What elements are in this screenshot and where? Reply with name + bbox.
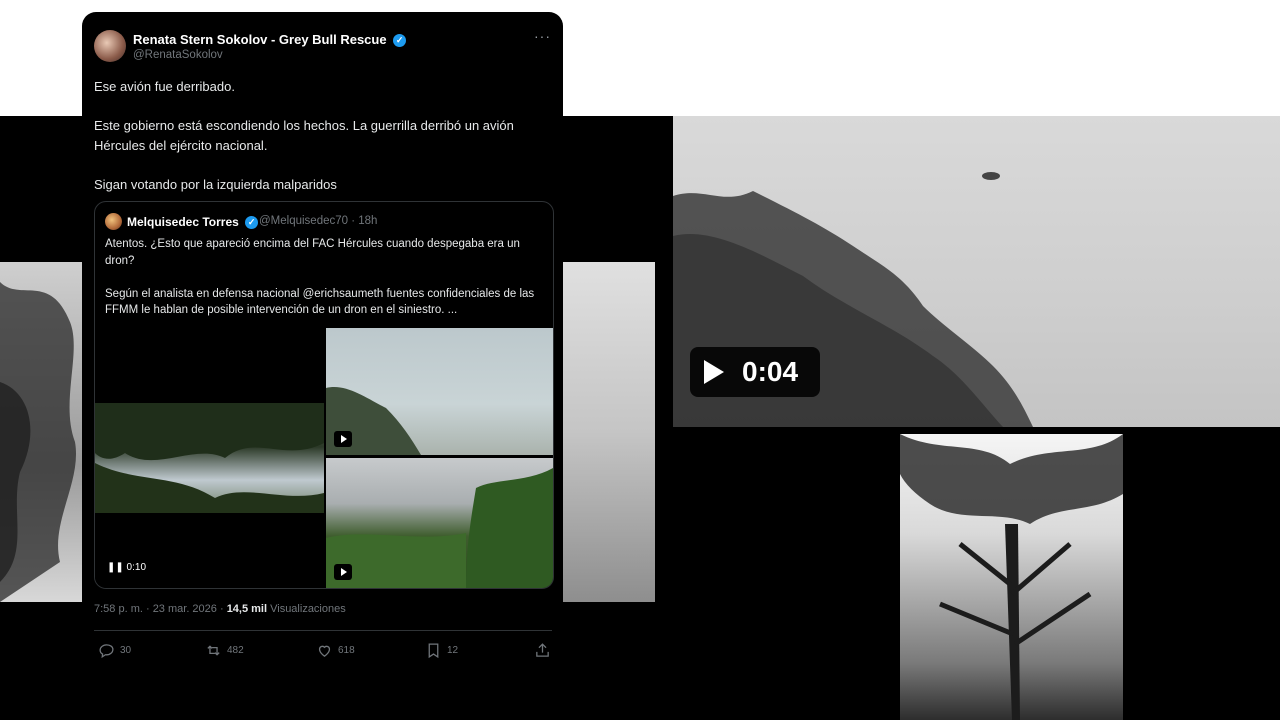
verified-icon: ✓ [245, 216, 259, 230]
share-button[interactable] [534, 642, 556, 659]
like-count: 618 [338, 645, 355, 656]
tweet-card[interactable]: Renata Stern Sokolov - Grey Bull Rescue … [82, 12, 563, 720]
tweet-text: Ese avión fue derribado. Este gobierno e… [94, 77, 554, 214]
video-icon [334, 564, 352, 580]
reply-icon [99, 644, 114, 659]
video-progress[interactable]: ❚❚ 0:10 [107, 562, 146, 573]
background-image-left [0, 262, 82, 602]
share-icon [536, 643, 549, 657]
tweet-timestamp: 7:58 p. m. · 23 mar. 2026 · 14,5 mil Vis… [94, 603, 346, 615]
background-image-mid [563, 262, 655, 602]
author-handle[interactable]: @RenataSokolov [133, 49, 223, 61]
tweet-paragraph: Este gobierno está escondiendo los hecho… [94, 118, 514, 153]
like-button[interactable]: 618 [316, 642, 355, 659]
author-name-row[interactable]: Renata Stern Sokolov - Grey Bull Rescue … [133, 32, 407, 48]
video-icon [334, 431, 352, 447]
media-video-bottom-right[interactable] [326, 458, 553, 588]
quoted-author-name[interactable]: Melquisedec Torres [127, 215, 239, 229]
quoted-avatar[interactable] [105, 213, 122, 230]
quoted-text: Atentos. ¿Esto que apareció encima del F… [105, 236, 543, 335]
media-video-left[interactable]: ❚❚ 0:10 [95, 328, 324, 588]
bookmark-icon [428, 643, 439, 659]
media-grid: ❚❚ 0:10 [95, 328, 553, 588]
bookmark-button[interactable]: 12 [425, 642, 458, 659]
bookmark-count: 12 [447, 645, 459, 656]
more-options-icon[interactable]: ··· [534, 28, 551, 44]
quoted-meta: @Melquisedec70 · 18h [259, 215, 378, 227]
verified-icon: ✓ [393, 34, 407, 48]
views-count: 14,5 mil [226, 603, 268, 615]
quoted-paragraph: Según el analista en defensa nacional @e… [105, 287, 535, 317]
reply-count: 30 [120, 645, 132, 656]
author-name[interactable]: Renata Stern Sokolov - Grey Bull Rescue [133, 32, 387, 47]
reply-button[interactable]: 30 [98, 642, 131, 659]
views-label: Visualizaciones [270, 603, 346, 615]
quoted-author-row[interactable]: Melquisedec Torres ✓ [127, 215, 259, 230]
repost-button[interactable]: 482 [205, 642, 244, 659]
tweet-paragraph: Ese avión fue derribado. [94, 79, 235, 94]
repost-icon [207, 645, 220, 656]
video-frame-tree [900, 434, 1123, 720]
pause-icon[interactable]: ❚❚ [107, 562, 124, 573]
media-video-top-right[interactable] [326, 328, 553, 455]
avatar[interactable] [94, 30, 126, 62]
divider [94, 630, 552, 631]
video-play-overlay[interactable]: 0:04 [690, 347, 820, 397]
play-icon [704, 360, 724, 384]
video-duration: 0:04 [742, 356, 799, 387]
timestamp-date[interactable]: 7:58 p. m. · 23 mar. 2026 · [94, 603, 227, 615]
quoted-tweet[interactable]: Melquisedec Torres ✓ @Melquisedec70 · 18… [94, 201, 554, 589]
heart-icon [318, 645, 331, 657]
action-bar: 30 482 618 12 [94, 642, 552, 662]
tweet-paragraph: Sigan votando por la izquierda malparido… [94, 176, 337, 192]
media-video-left-frame [95, 403, 324, 513]
repost-count: 482 [227, 645, 244, 656]
quoted-paragraph: Atentos. ¿Esto que apareció encima del F… [105, 238, 520, 267]
video-time: 0:10 [126, 562, 147, 573]
